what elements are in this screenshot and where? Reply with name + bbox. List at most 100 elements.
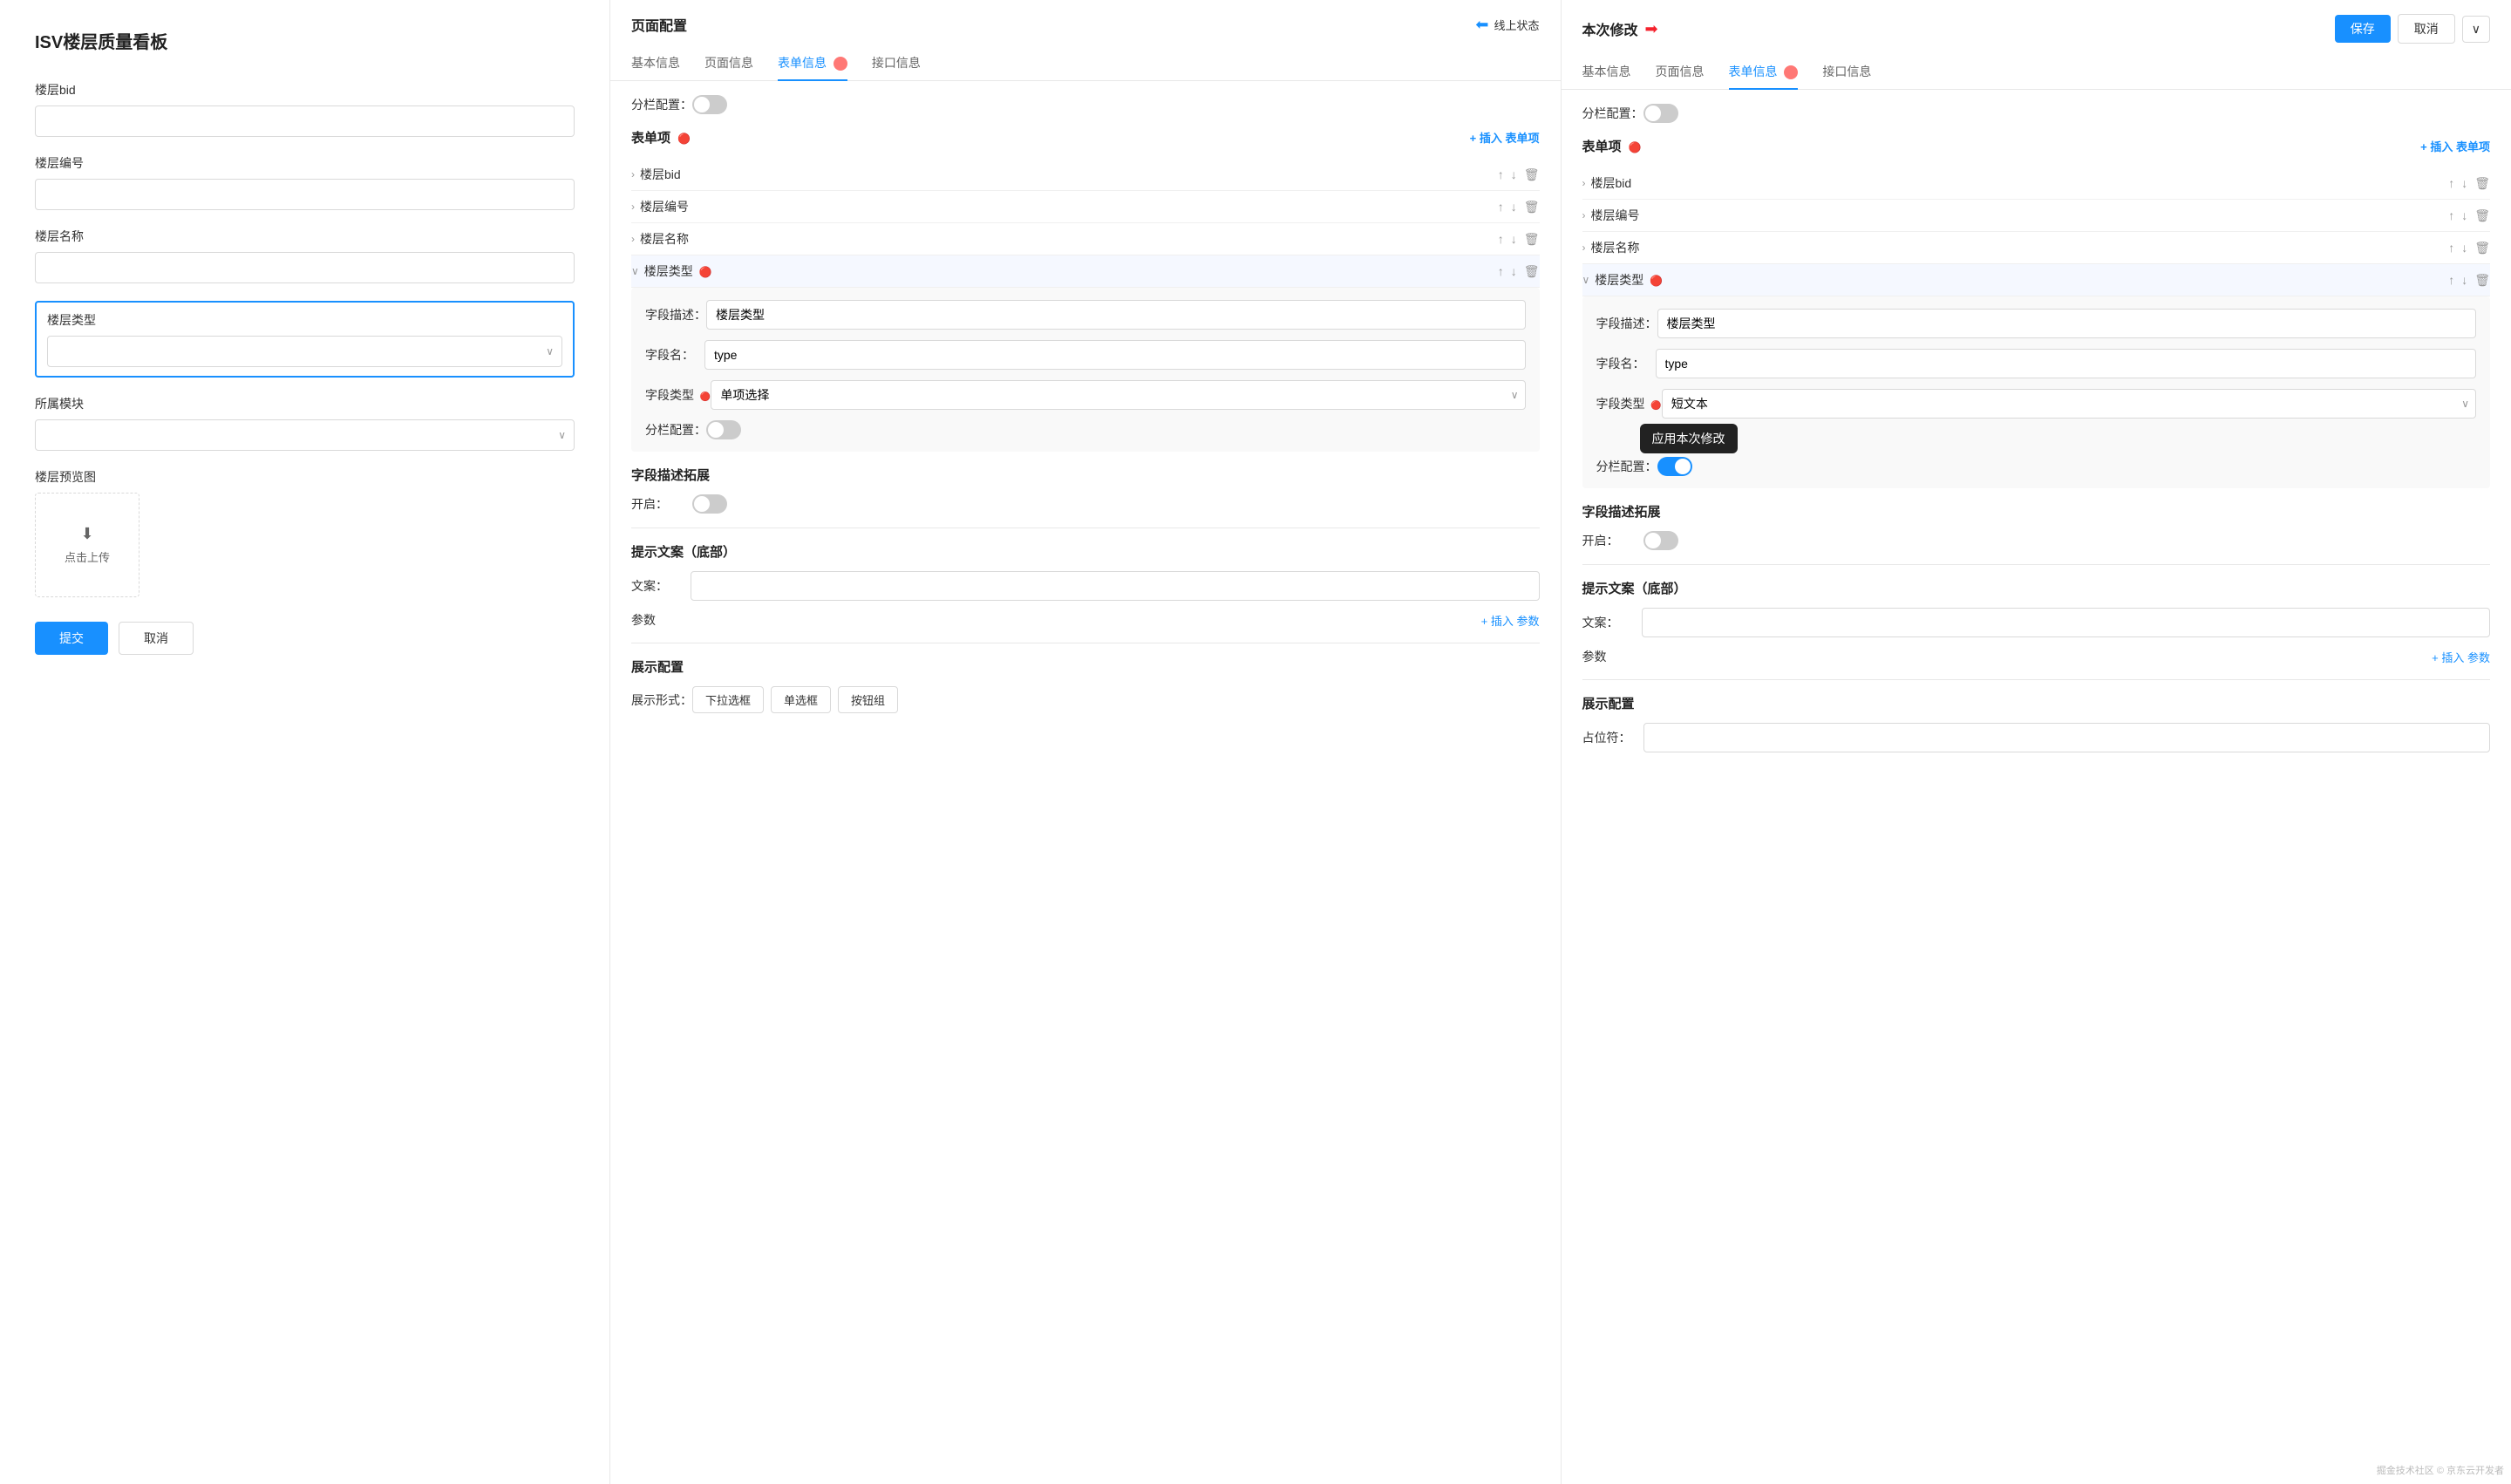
mod-field-desc-ext-toggle[interactable] [1643,531,1678,550]
upload-text: 点击上传 [65,548,110,565]
mod-item-name-bid: 楼层bid [1591,174,2449,192]
status-label: 线上状态 [1494,17,1539,33]
field-type-row: 字段类型 🔴 单项选择 多项选择 短文本 长文本 [645,380,1526,410]
delete-name-icon[interactable]: 🗑 [1524,232,1540,247]
mod-tab-basic[interactable]: 基本信息 [1582,54,1631,89]
mod-move-up-type-icon[interactable]: ↑ [2448,273,2454,288]
item-name-name: 楼层名称 [640,230,1498,248]
page-config-body: 分栏配置： 表单项 🔴 + 插入 表单项 › 楼层bid ↑ ↓ 🗑 › 楼层编… [610,81,1561,741]
mod-move-up-bid-icon[interactable]: ↑ [2448,176,2454,191]
mod-insert-params-btn[interactable]: + 插入 参数 [2432,649,2490,665]
tab-form-info[interactable]: 表单信息 [778,45,847,80]
mod-field-desc-input[interactable] [1657,309,2477,338]
params-row: 参数 + 插入 参数 [631,611,1540,629]
split-toggle[interactable] [692,95,727,114]
mod-field-type-icon: 🔴 [1650,401,1661,411]
display-btn-radio[interactable]: 单选框 [771,686,831,713]
mod-field-name-label: 字段名： [1596,355,1656,372]
mod-expand-name-icon[interactable]: › [1582,242,1586,254]
display-btn-button-group[interactable]: 按钮组 [838,686,898,713]
mod-expand-number-icon[interactable]: › [1582,209,1586,221]
move-down-type-icon[interactable]: ↓ [1511,264,1517,279]
move-up-number-icon[interactable]: ↑ [1498,200,1504,214]
mod-split-config-row: 分栏配置： [1582,104,2491,123]
form-item-row-number: › 楼层编号 ↑ ↓ 🗑 [631,191,1540,223]
tab-api-info[interactable]: 接口信息 [872,45,921,80]
expand-type-icon[interactable]: ∨ [631,265,639,277]
field-desc-ext-toggle[interactable] [692,494,727,514]
field-name-input[interactable] [704,340,1526,370]
mod-insert-form-item-btn[interactable]: + 插入 表单项 [2420,138,2490,154]
field-type-select-wrap: 单项选择 多项选择 短文本 长文本 [711,380,1525,410]
move-down-bid-icon[interactable]: ↓ [1511,167,1517,182]
floor-type-label: 楼层类型 [47,311,562,329]
field-split-toggle[interactable] [706,420,741,439]
mod-field-type-select[interactable]: 单项选择 多项选择 短文本 长文本 [1662,389,2476,419]
mod-bottom-hint-copy-input[interactable] [1642,608,2491,637]
insert-params-btn[interactable]: + 插入 参数 [1481,612,1540,629]
modify-cancel-button[interactable]: 取消 [2398,14,2455,44]
mod-field-split-toggle[interactable] [1657,457,1692,476]
mod-split-toggle[interactable] [1643,104,1678,123]
floor-type-select[interactable] [47,336,562,367]
field-desc-ext-enable-row: 开启： [631,494,1540,514]
move-up-type-icon[interactable]: ↑ [1498,264,1504,279]
delete-number-icon[interactable]: 🗑 [1524,200,1540,214]
save-button[interactable]: 保存 [2335,15,2391,43]
mod-move-down-number-icon[interactable]: ↓ [2461,208,2467,223]
delete-bid-icon[interactable]: 🗑 [1524,167,1540,182]
move-down-name-icon[interactable]: ↓ [1511,232,1517,247]
tab-page-info[interactable]: 页面信息 [704,45,753,80]
modify-panel-body: 分栏配置： 表单项 🔴 + 插入 表单项 › 楼层bid ↑ ↓ 🗑 › 楼层编… [1562,90,2511,780]
field-desc-ext-enable-label: 开启： [631,495,692,513]
display-config-title: 展示配置 [631,657,1540,676]
form-item-row-bid: › 楼层bid ↑ ↓ 🗑 [631,159,1540,191]
floor-module-select[interactable] [35,419,575,451]
mod-field-type-row: 字段类型 🔴 单项选择 多项选择 短文本 长文本 应用本次修改 [1596,389,2477,419]
mod-move-up-name-icon[interactable]: ↑ [2448,241,2454,255]
mod-delete-name-icon[interactable]: 🗑 [2474,241,2490,255]
floor-preview-field: 楼层预览图 ⬇ 点击上传 [35,468,575,597]
mod-expand-bid-icon[interactable]: › [1582,177,1586,189]
move-up-bid-icon[interactable]: ↑ [1498,167,1504,182]
expand-number-icon[interactable]: › [631,201,635,213]
mod-move-up-number-icon[interactable]: ↑ [2448,208,2454,223]
mod-expand-type-icon[interactable]: ∨ [1582,274,1590,286]
mod-delete-number-icon[interactable]: 🗑 [2474,208,2490,223]
more-button[interactable]: ∨ [2462,16,2490,43]
display-btn-dropdown[interactable]: 下拉选框 [692,686,764,713]
mod-move-down-type-icon[interactable]: ↓ [2461,273,2467,288]
submit-button[interactable]: 提交 [35,622,108,655]
floor-module-label: 所属模块 [35,395,575,412]
mod-tab-page[interactable]: 页面信息 [1656,54,1705,89]
field-split-row: 分栏配置： [645,420,1526,439]
floor-name-input[interactable] [35,252,575,283]
upload-box[interactable]: ⬇ 点击上传 [35,493,140,597]
mod-move-down-name-icon[interactable]: ↓ [2461,241,2467,255]
mod-move-down-bid-icon[interactable]: ↓ [2461,176,2467,191]
mod-tab-api[interactable]: 接口信息 [1822,54,1871,89]
field-type-select[interactable]: 单项选择 多项选择 短文本 长文本 [711,380,1525,410]
bottom-hint-copy-input[interactable] [691,571,1540,601]
field-desc-input[interactable] [706,300,1526,330]
expand-name-icon[interactable]: › [631,233,635,245]
mod-tab-form[interactable]: 表单信息 [1729,54,1799,89]
tab-basic-info[interactable]: 基本信息 [631,45,680,80]
floor-number-input[interactable] [35,179,575,210]
move-up-name-icon[interactable]: ↑ [1498,232,1504,247]
mod-field-name-input[interactable] [1656,349,2477,378]
mod-field-config-section: 字段描述： 字段名： 字段类型 🔴 单项选择 多项选择 短文本 长文本 [1582,296,2491,488]
mod-params-row: 参数 + 插入 参数 [1582,648,2491,665]
mod-placeholder-input[interactable] [1643,723,2491,752]
mod-delete-bid-icon[interactable]: 🗑 [2474,176,2490,191]
insert-form-item-btn[interactable]: + 插入 表单项 [1470,129,1540,146]
delete-type-icon[interactable]: 🗑 [1524,264,1540,279]
move-down-number-icon[interactable]: ↓ [1511,200,1517,214]
cancel-button[interactable]: 取消 [119,622,194,655]
form-item-row-name: › 楼层名称 ↑ ↓ 🗑 [631,223,1540,255]
floor-bid-input[interactable] [35,106,575,137]
field-config-section: 字段描述： 字段名： 字段类型 🔴 单项选择 多项选择 短文本 长文本 [631,288,1540,452]
expand-bid-icon[interactable]: › [631,168,635,180]
display-form-label: 展示形式： [631,691,692,709]
mod-delete-type-icon[interactable]: 🗑 [2474,273,2490,288]
